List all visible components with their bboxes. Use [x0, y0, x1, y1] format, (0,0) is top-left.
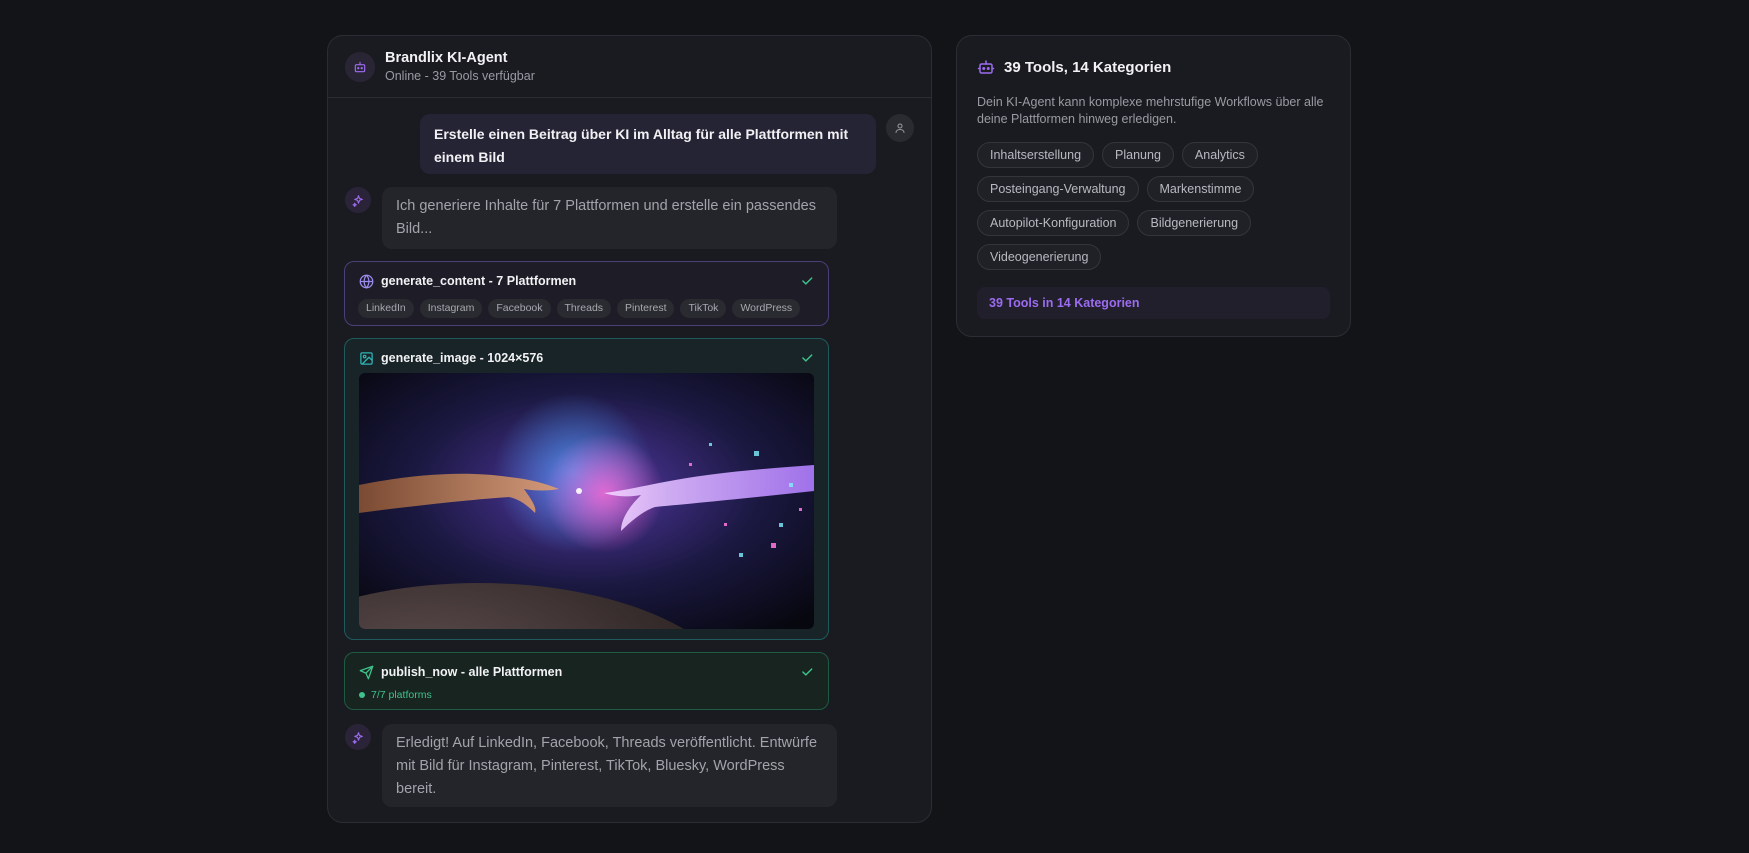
status-dot-icon — [359, 692, 365, 698]
globe-icon — [359, 274, 374, 289]
user-message: Erstelle einen Beitrag über KI im Alltag… — [420, 114, 876, 174]
check-icon — [800, 665, 814, 679]
tool-card-generate-content: generate_content - 7 Plattformen LinkedI… — [344, 261, 829, 326]
image-icon — [359, 351, 374, 366]
tool-card-publish-now: publish_now - alle Plattformen 7/7 platf… — [344, 652, 829, 710]
info-panel: 39 Tools, 14 Kategorien Dein KI-Agent ka… — [956, 35, 1351, 337]
category-chip[interactable]: Autopilot-Konfiguration — [977, 210, 1130, 236]
platform-chips: LinkedIn Instagram Facebook Threads Pint… — [358, 299, 828, 318]
tool-title: publish_now - alle Plattformen — [381, 665, 563, 679]
platform-chip: Facebook — [488, 299, 551, 318]
platform-chip: Instagram — [419, 299, 483, 318]
ai-message-intro: Ich generiere Inhalte für 7 Plattformen … — [382, 187, 837, 249]
tools-summary: 39 Tools in 14 Kategorien — [977, 287, 1330, 319]
check-icon — [800, 351, 814, 365]
sparkles-icon — [345, 187, 371, 213]
sparkles-icon — [345, 724, 371, 750]
agent-status: Online - 39 Tools verfügbar — [385, 68, 535, 83]
platform-chip: Pinterest — [617, 299, 675, 318]
platform-chip: Threads — [556, 299, 612, 318]
category-chip[interactable]: Planung — [1102, 142, 1174, 168]
ai-message-done: Erledigt! Auf LinkedIn, Facebook, Thread… — [382, 724, 837, 807]
category-chip[interactable]: Bildgenerierung — [1137, 210, 1252, 236]
platform-chip: LinkedIn — [358, 299, 414, 318]
bot-icon — [345, 51, 375, 82]
user-icon — [886, 114, 914, 142]
category-chip[interactable]: Markenstimme — [1146, 176, 1255, 202]
category-list: Inhaltserstellung Planung Analytics Post… — [977, 142, 1332, 270]
send-icon — [359, 665, 374, 680]
info-description: Dein KI-Agent kann komplexe mehrstufige … — [977, 95, 1324, 126]
bot-icon — [977, 58, 995, 76]
category-chip[interactable]: Posteingang-Verwaltung — [977, 176, 1139, 202]
tool-title: generate_content - 7 Plattformen — [381, 274, 577, 288]
check-icon — [800, 274, 814, 288]
platform-chip: WordPress — [732, 299, 801, 318]
generated-image[interactable] — [359, 373, 814, 629]
info-title: 39 Tools, 14 Kategorien — [1004, 58, 1172, 76]
category-chip[interactable]: Analytics — [1181, 142, 1258, 168]
tool-title: generate_image - 1024×576 — [381, 351, 544, 365]
chat-header: Brandlix KI-Agent Online - 39 Tools verf… — [328, 36, 931, 98]
agent-name: Brandlix KI-Agent — [385, 49, 508, 66]
category-chip[interactable]: Inhaltserstellung — [977, 142, 1095, 168]
tool-card-generate-image: generate_image - 1024×576 — [344, 338, 829, 640]
category-chip[interactable]: Videogenerierung — [977, 244, 1102, 270]
publish-status-text: 7/7 platforms — [371, 689, 432, 701]
platform-chip: TikTok — [680, 299, 727, 318]
chat-panel: Brandlix KI-Agent Online - 39 Tools verf… — [327, 35, 932, 823]
publish-status: 7/7 platforms — [359, 689, 828, 701]
